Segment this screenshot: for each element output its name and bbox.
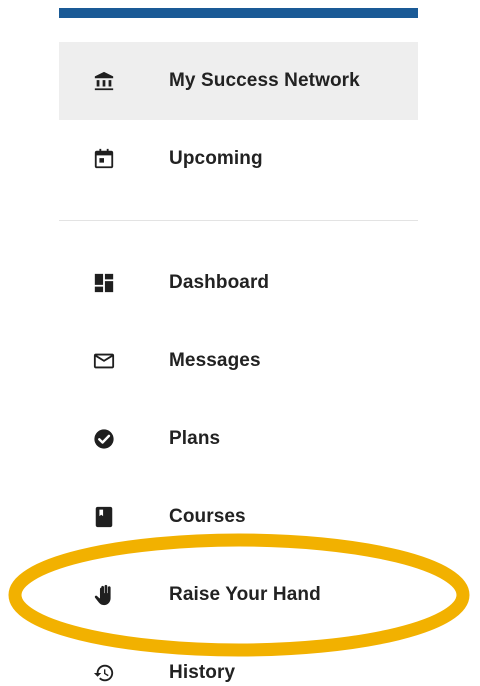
book-icon [93, 506, 115, 528]
nav-label: Courses [169, 506, 246, 527]
nav-label: History [169, 662, 236, 683]
nav-label: Upcoming [169, 148, 263, 169]
nav-label: Messages [169, 350, 261, 371]
nav-item-my-success-network[interactable]: My Success Network [59, 42, 418, 120]
nav-label: My Success Network [169, 70, 360, 91]
hand-icon [93, 584, 115, 606]
app-canvas: My Success Network Upcoming Dashboard Me… [0, 0, 480, 686]
nav-item-courses[interactable]: Courses [59, 478, 418, 556]
nav-item-messages[interactable]: Messages [59, 322, 418, 400]
nav-divider [59, 220, 418, 221]
calendar-icon [93, 148, 115, 170]
nav-label: Raise Your Hand [169, 584, 321, 605]
envelope-icon [93, 350, 115, 372]
history-icon [93, 662, 115, 684]
bank-icon [93, 70, 115, 92]
accent-bar [59, 8, 418, 18]
check-circle-icon [93, 428, 115, 450]
nav-label: Dashboard [169, 272, 270, 293]
nav-label: Plans [169, 428, 221, 449]
nav-item-upcoming[interactable]: Upcoming [59, 120, 418, 198]
dashboard-icon [93, 272, 115, 294]
nav-item-raise-your-hand[interactable]: Raise Your Hand [59, 556, 418, 634]
nav-item-dashboard[interactable]: Dashboard [59, 244, 418, 322]
nav-item-history[interactable]: History [59, 634, 418, 686]
nav-item-plans[interactable]: Plans [59, 400, 418, 478]
